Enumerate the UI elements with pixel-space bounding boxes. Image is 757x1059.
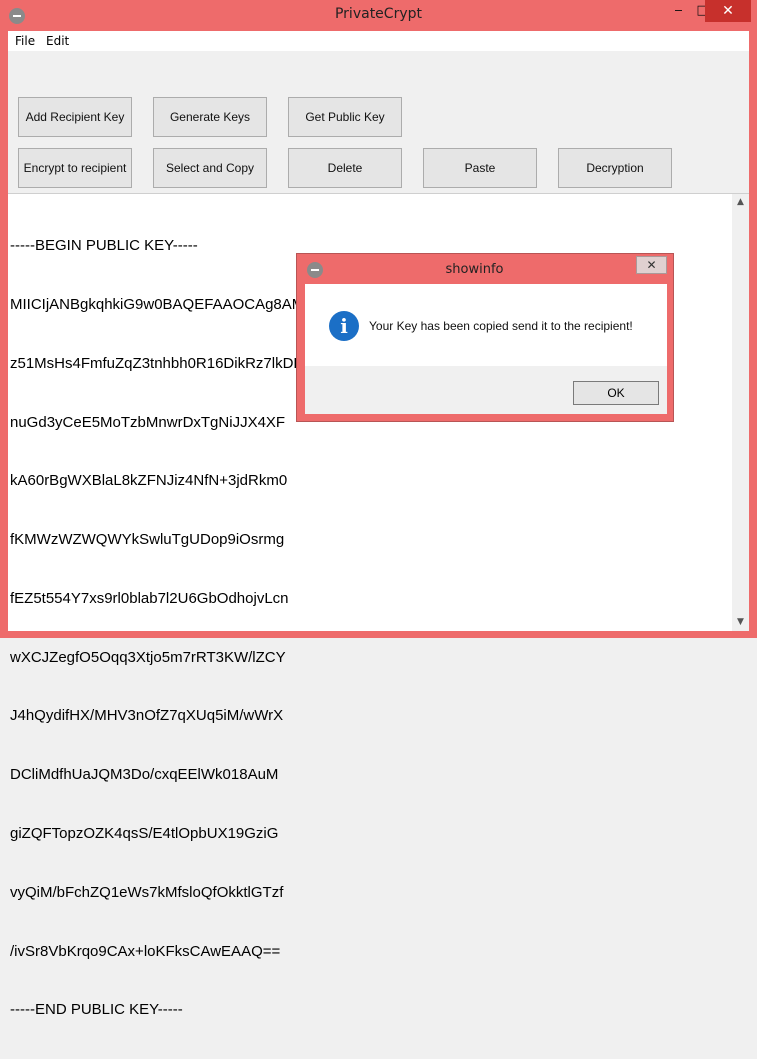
- text-line: vyQiM/bFchZQ1eWs7kMfsloQfOkktlGTzf: [10, 883, 284, 901]
- text-line: fEZ5t554Y7xs9rl0blab7l2U6GbOdhojvLcn: [10, 589, 289, 607]
- text-line: fKMWzWZWQWYkSwluTgUDop9iOsrmg: [10, 531, 285, 549]
- text-line: wXCJZegfO5Oqq3Xtjo5m7rRT3KW/lZCY: [10, 648, 286, 666]
- menu-edit[interactable]: Edit: [46, 34, 69, 48]
- menu-file[interactable]: File: [15, 34, 35, 48]
- text-line: J4hQydifHX/MHV3nOfZ7qXUq5iM/wWrX: [10, 707, 284, 725]
- generate-keys-button[interactable]: Generate Keys: [153, 97, 267, 137]
- text-line: kA60rBgWXBlaL8kZFNJiz4NfN+3jdRkm0: [10, 472, 288, 490]
- menu-bar: File Edit: [8, 31, 749, 51]
- dialog-message: Your Key has been copied send it to the …: [369, 319, 633, 333]
- dialog-close-button[interactable]: ✕: [636, 256, 667, 274]
- text-line: DCliMdfhUaJQM3Do/cxqEElWk018AuM: [10, 766, 279, 784]
- information-icon: i: [329, 311, 359, 341]
- title-bar[interactable]: PrivateCrypt ‒ □ ✕: [0, 0, 757, 31]
- dialog-body: i Your Key has been copied send it to th…: [305, 284, 667, 366]
- vertical-scrollbar[interactable]: ▲ ▼: [732, 194, 749, 631]
- dialog-title: showinfo: [445, 262, 504, 277]
- scroll-down-arrow-icon[interactable]: ▼: [732, 614, 749, 631]
- paste-button[interactable]: Paste: [423, 148, 537, 188]
- add-recipient-key-button[interactable]: Add Recipient Key: [18, 97, 132, 137]
- encrypt-to-recipient-button[interactable]: Encrypt to recipient: [18, 148, 132, 188]
- main-window: PrivateCrypt ‒ □ ✕ File Edit Add Recipie…: [0, 0, 757, 1018]
- scroll-up-arrow-icon[interactable]: ▲: [732, 194, 749, 211]
- delete-button[interactable]: Delete: [288, 148, 402, 188]
- close-button[interactable]: ✕: [705, 0, 751, 22]
- text-line: giZQFTopzOZK4qsS/E4tlOpbUX19GziG: [10, 825, 279, 842]
- get-public-key-button[interactable]: Get Public Key: [288, 97, 402, 137]
- showinfo-dialog: showinfo ✕ i Your Key has been copied se…: [296, 253, 674, 422]
- text-line: -----END PUBLIC KEY-----: [10, 1001, 183, 1019]
- decryption-button[interactable]: Decryption: [558, 148, 672, 188]
- ok-button[interactable]: OK: [573, 381, 659, 405]
- select-and-copy-button[interactable]: Select and Copy: [153, 148, 267, 188]
- dialog-footer: OK: [305, 366, 667, 414]
- window-title: PrivateCrypt: [334, 6, 422, 22]
- text-line: /ivSr8VbKrqo9CAx+loKFksCAwEAAQ==: [10, 942, 281, 960]
